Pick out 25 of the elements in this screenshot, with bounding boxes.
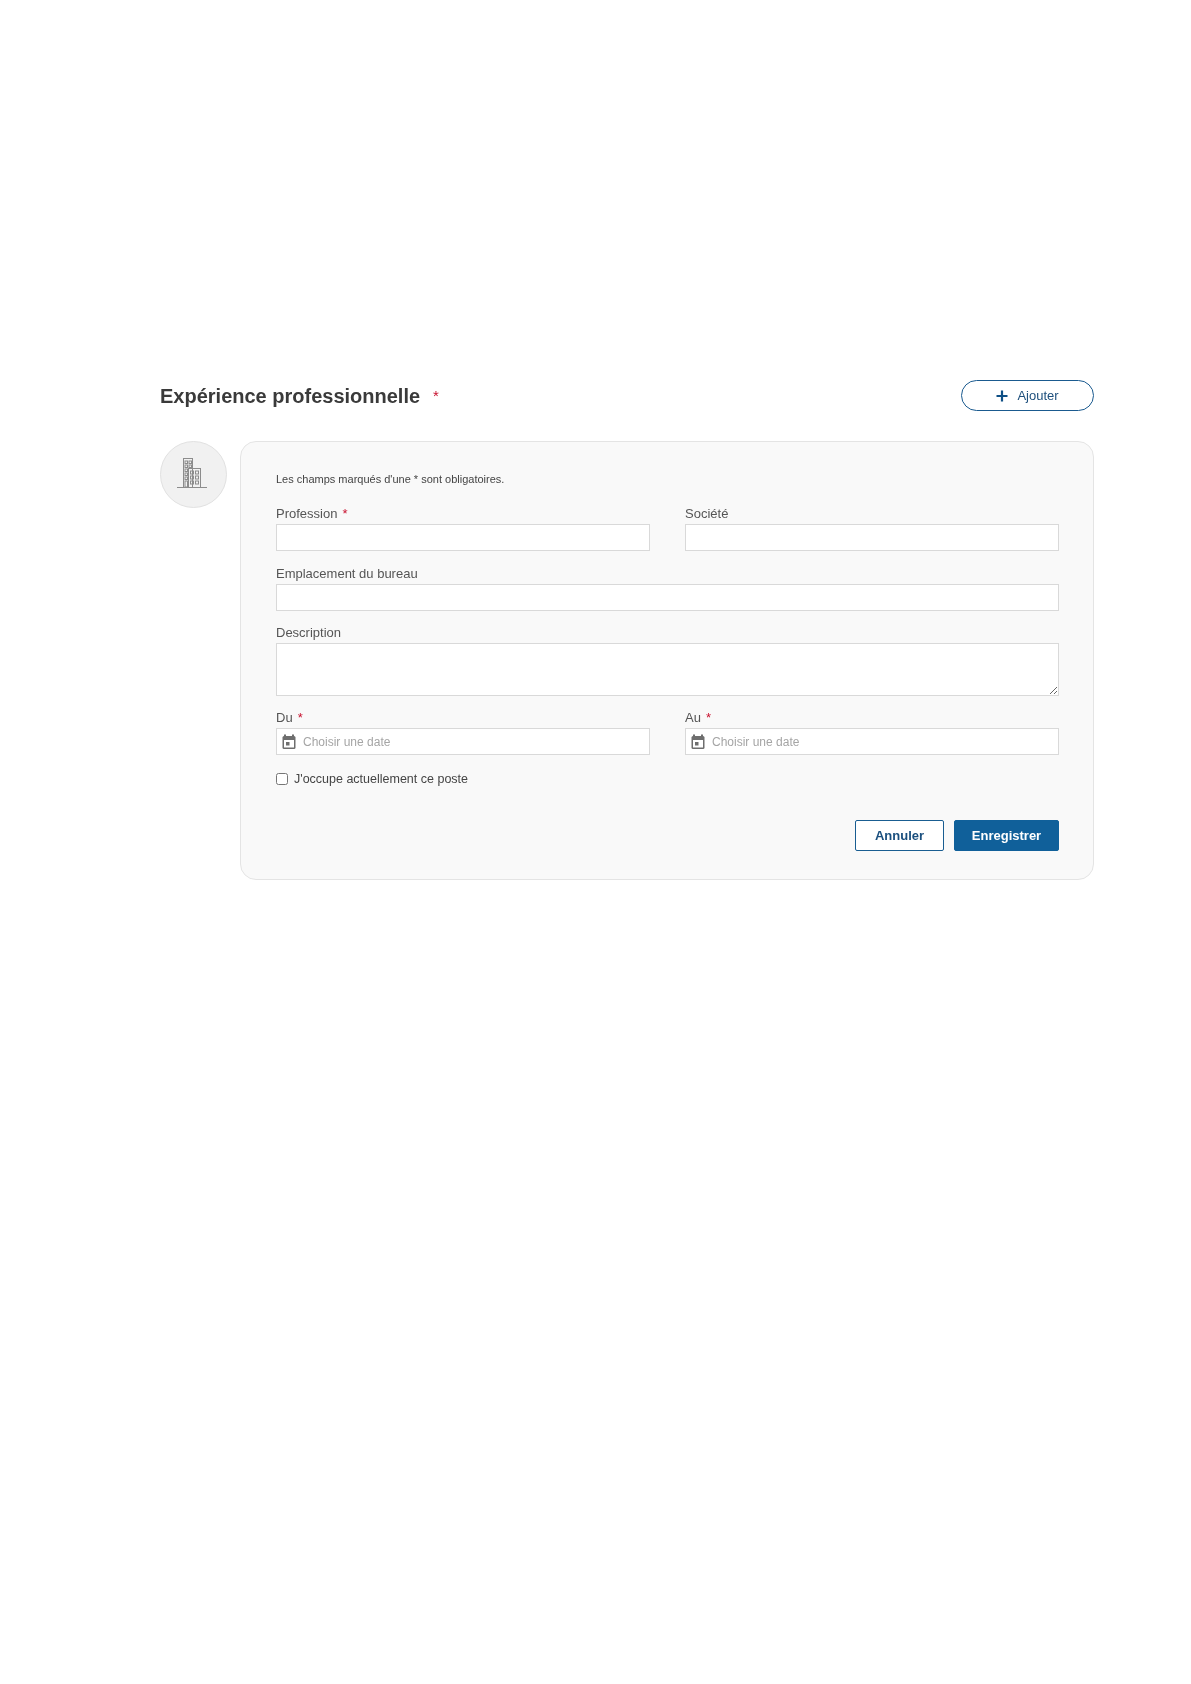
cancel-button[interactable]: Annuler <box>855 820 944 851</box>
text-area[interactable] <box>276 643 1059 696</box>
date-field[interactable]: Choisir une date <box>276 728 650 755</box>
save-button[interactable]: Enregistrer <box>954 820 1059 851</box>
required-fields-note: Les champs marqués d'une * sont obligatoires. <box>276 472 506 486</box>
checkbox[interactable] <box>276 773 288 785</box>
field-label: Au <box>685 709 701 725</box>
field-label: Emplacement du bureau <box>276 565 418 581</box>
building-icon <box>160 441 227 508</box>
required-asterisk: * <box>342 505 348 521</box>
required-asterisk: * <box>433 387 439 404</box>
required-asterisk: * <box>705 709 711 725</box>
date-field[interactable]: Choisir une date <box>685 728 1059 755</box>
field-label: Profession <box>276 505 338 521</box>
input-field[interactable] <box>276 524 650 551</box>
input-field[interactable] <box>685 524 1059 551</box>
section-title: Expérience professionnelle <box>160 383 421 408</box>
plus-icon <box>996 389 1009 402</box>
input-field[interactable] <box>276 584 1059 611</box>
field-label: Du <box>276 709 293 725</box>
add-button[interactable]: Ajouter <box>961 380 1094 411</box>
checkbox-label: J'occupe actuellement ce poste <box>294 772 469 786</box>
field-label: Description <box>276 624 342 640</box>
required-asterisk: * <box>297 709 303 725</box>
field-label: Société <box>685 505 729 521</box>
